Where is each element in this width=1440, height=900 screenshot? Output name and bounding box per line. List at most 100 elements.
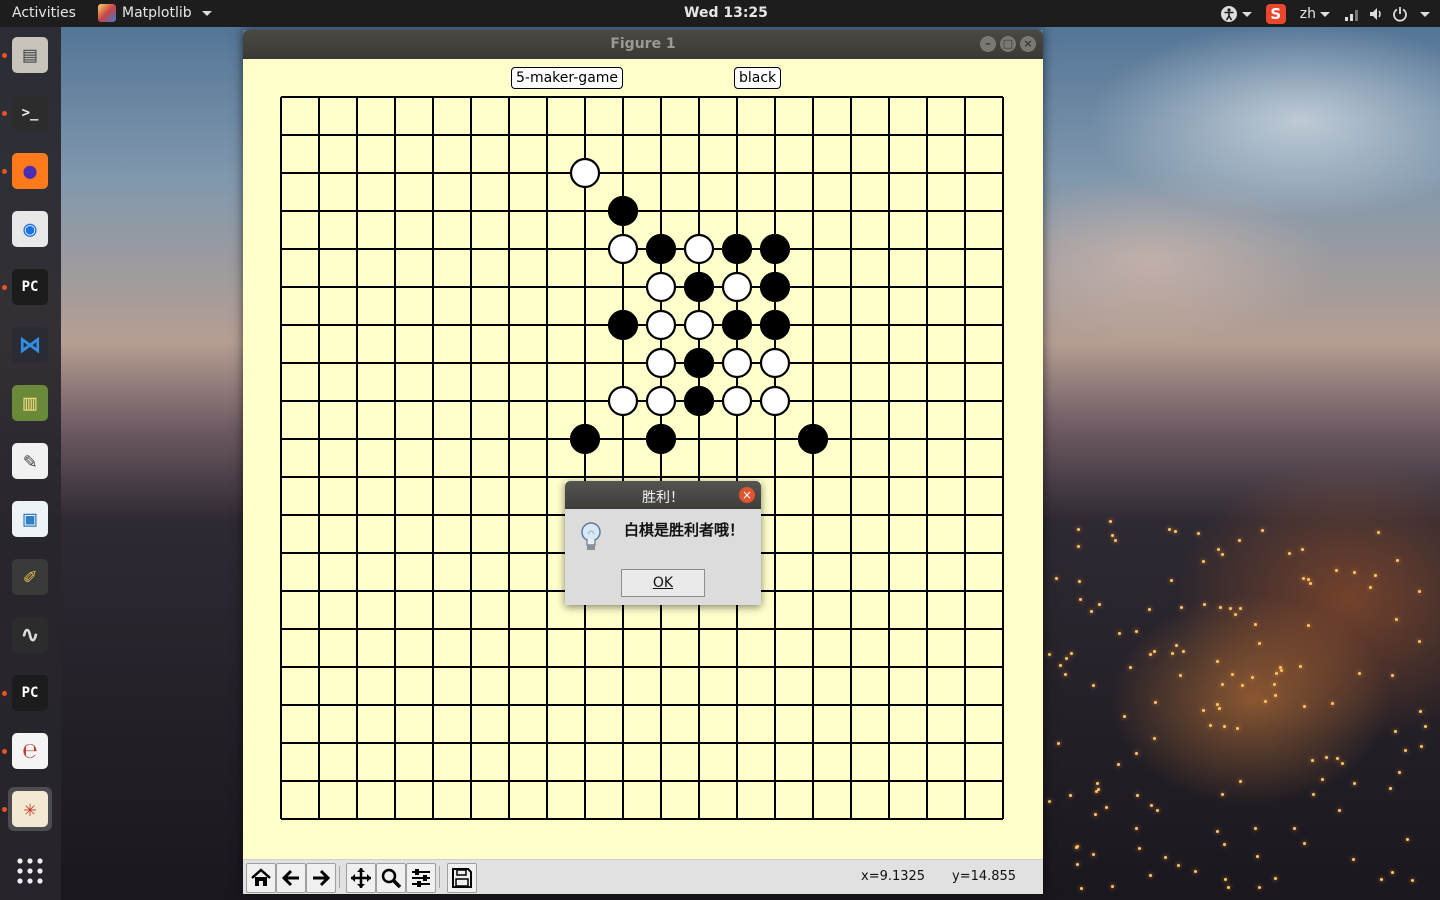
- white-stone: [645, 309, 677, 341]
- clock[interactable]: Wed 13:25: [684, 5, 768, 21]
- running-indicator: [2, 691, 7, 696]
- dialog-close-button[interactable]: ×: [739, 487, 755, 503]
- white-stone: [683, 309, 715, 341]
- city-light: [1424, 725, 1428, 729]
- terminal-icon: >_: [12, 95, 48, 131]
- city-light: [1340, 761, 1344, 765]
- dock-item-matplotlib[interactable]: ✳: [8, 787, 52, 831]
- city-light: [1393, 730, 1397, 734]
- black-stone: [683, 347, 715, 379]
- city-light: [1047, 653, 1051, 657]
- dock-item-document-viewer[interactable]: ℮: [8, 729, 52, 773]
- app-menu-label: Matplotlib: [122, 5, 192, 21]
- city-light: [1216, 659, 1220, 663]
- city-light: [1320, 778, 1324, 782]
- chrome-icon: ◉: [12, 211, 48, 247]
- dock-item-books[interactable]: ▥: [8, 381, 52, 425]
- activities-button[interactable]: Activities: [12, 5, 76, 21]
- dock-item-chrome[interactable]: ◉: [8, 207, 52, 251]
- city-light: [1134, 629, 1138, 633]
- dock-item-vscode[interactable]: ⋈: [8, 323, 52, 367]
- city-light: [1417, 589, 1421, 593]
- vscode-icon: ⋈: [12, 327, 48, 363]
- city-light: [1149, 873, 1153, 877]
- forward-button[interactable]: [306, 863, 336, 893]
- dock-item-pycharm[interactable]: PC: [8, 265, 52, 309]
- floppy-disk-icon: [452, 868, 472, 888]
- city-light: [1403, 749, 1407, 753]
- city-light: [1390, 673, 1394, 677]
- city-light: [1263, 700, 1267, 704]
- show-applications-button[interactable]: [8, 849, 52, 893]
- board-background: [243, 59, 1043, 859]
- city-light: [1222, 724, 1226, 728]
- input-method-menu[interactable]: zh: [1300, 6, 1330, 22]
- city-light: [1254, 623, 1258, 627]
- dock-item-firefox[interactable]: ●: [8, 149, 52, 193]
- running-indicator: [2, 749, 7, 754]
- configure-subplots-button[interactable]: [406, 863, 436, 893]
- status-menu[interactable]: [1344, 6, 1430, 22]
- city-light: [1274, 672, 1278, 675]
- home-button[interactable]: [246, 863, 276, 893]
- close-button[interactable]: ×: [1020, 36, 1036, 52]
- sogou-input-icon[interactable]: S: [1265, 4, 1286, 24]
- dock-item-paint[interactable]: ✐: [8, 555, 52, 599]
- maximize-button[interactable]: □: [1000, 36, 1016, 52]
- city-light: [1292, 826, 1296, 830]
- city-light: [1056, 742, 1060, 746]
- city-light: [1258, 642, 1262, 646]
- go-board[interactable]: [243, 59, 1043, 859]
- books-icon: ▥: [12, 385, 48, 421]
- city-light: [1220, 682, 1224, 686]
- turn-indicator: black: [734, 67, 782, 89]
- dock-item-image-viewer[interactable]: ▣: [8, 497, 52, 541]
- city-light: [1250, 675, 1254, 679]
- minimize-button[interactable]: –: [980, 36, 996, 52]
- back-button[interactable]: [276, 863, 306, 893]
- dialog-body: 白棋是胜利者哦！ OK: [565, 509, 761, 605]
- dock-item-text-editor[interactable]: ✎: [8, 439, 52, 483]
- city-light: [1078, 580, 1082, 584]
- city-light: [1417, 640, 1421, 644]
- black-stone: [645, 233, 677, 265]
- city-light: [1058, 663, 1062, 667]
- city-light: [1197, 531, 1201, 535]
- city-light: [1090, 610, 1094, 614]
- accessibility-menu[interactable]: [1220, 5, 1252, 23]
- black-stone: [683, 271, 715, 303]
- white-stone: [759, 347, 791, 379]
- city-light: [1353, 570, 1357, 574]
- dock-item-files[interactable]: ▤: [8, 33, 52, 77]
- dock-item-terminal[interactable]: >_: [8, 91, 52, 135]
- document-viewer-icon: ℮: [12, 733, 48, 769]
- city-light: [1257, 886, 1261, 890]
- dock-item-pycharm-2[interactable]: PC: [8, 671, 52, 715]
- city-light: [1128, 665, 1132, 669]
- save-button[interactable]: [447, 863, 477, 893]
- dock-item-system-monitor[interactable]: ∿: [8, 613, 52, 657]
- dialog-titlebar[interactable]: 胜利！ ×: [565, 481, 761, 509]
- city-light: [1220, 553, 1224, 557]
- city-light: [1301, 548, 1305, 552]
- pan-button[interactable]: [346, 863, 376, 893]
- city-light: [1239, 606, 1243, 610]
- city-light: [1093, 813, 1097, 817]
- chevron-down-icon: [1241, 11, 1252, 17]
- city-light: [1091, 852, 1095, 856]
- city-light: [1337, 809, 1341, 813]
- city-light: [1152, 650, 1156, 654]
- app-menu[interactable]: Matplotlib: [98, 4, 212, 22]
- city-light: [1065, 656, 1069, 660]
- city-light: [1236, 727, 1240, 731]
- city-light: [1308, 582, 1312, 586]
- window-titlebar[interactable]: Figure 1 – □ ×: [243, 30, 1043, 59]
- zoom-button[interactable]: [376, 863, 406, 893]
- dialog-title: 胜利！: [642, 490, 684, 506]
- dialog-message: 白棋是胜利者哦！: [624, 521, 745, 539]
- figure-canvas[interactable]: 5-maker-game black: [243, 59, 1043, 859]
- city-light: [1216, 547, 1220, 551]
- city-light: [1111, 884, 1115, 888]
- power-icon: [1393, 7, 1407, 22]
- ok-button[interactable]: OK: [621, 569, 705, 597]
